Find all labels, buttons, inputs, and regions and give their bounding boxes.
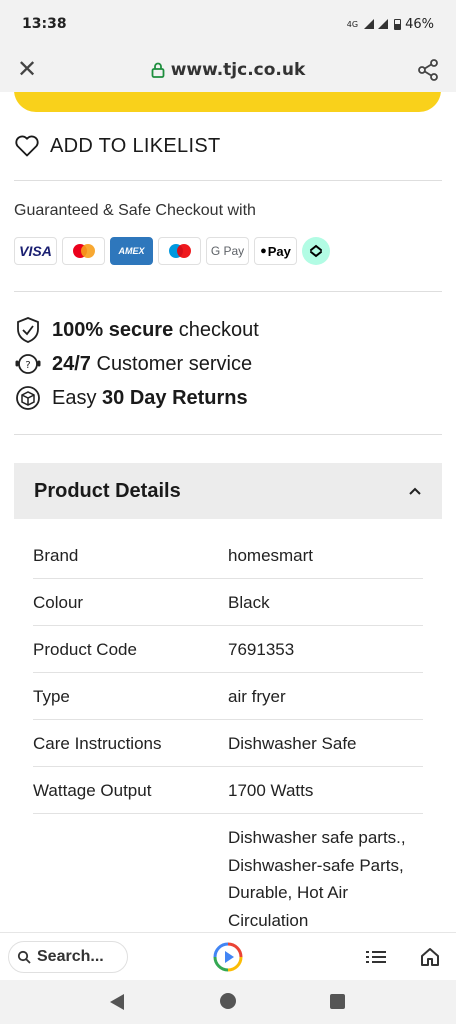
search-label: Search... xyxy=(37,948,104,965)
detail-key: Care Instructions xyxy=(33,734,162,753)
search-icon xyxy=(17,950,31,964)
network-type: 4G xyxy=(346,19,359,29)
detail-row-wattage: Wattage Output 1700 Watts xyxy=(33,767,423,814)
lock-icon xyxy=(151,62,165,78)
service-bold: 24/7 xyxy=(52,352,91,375)
secure-bold: 100% secure xyxy=(52,318,174,341)
detail-key: Product Code xyxy=(33,640,137,659)
detail-value: air fryer xyxy=(228,687,286,706)
product-details-title: Product Details xyxy=(34,479,181,502)
detail-row-brand: Brand homesmart xyxy=(33,532,423,579)
add-to-basket-button[interactable] xyxy=(14,92,441,112)
divider xyxy=(14,291,442,292)
apple-pay-logo: ● Pay xyxy=(254,237,297,265)
easy-returns: Easy 30 Day Returns xyxy=(14,384,248,412)
signal-icon xyxy=(364,19,375,29)
returns-pre: Easy xyxy=(52,386,103,409)
visa-logo: VISA xyxy=(14,237,57,265)
checkout-guarantee-text: Guaranteed & Safe Checkout with xyxy=(14,202,256,219)
likelist-label: ADD TO LIKELIST xyxy=(50,134,221,157)
secure-checkout: 100% secure checkout xyxy=(14,316,259,344)
back-icon[interactable] xyxy=(110,994,124,1010)
apple-icon: ● xyxy=(260,245,267,257)
url-text: www.tjc.co.uk xyxy=(170,60,306,80)
apple-pay-label: Pay xyxy=(267,243,291,259)
detail-key: Wattage Output xyxy=(33,781,152,800)
heart-icon xyxy=(15,135,39,157)
detail-value: 1700 Watts xyxy=(228,781,314,800)
signal-icon-2 xyxy=(378,19,389,29)
maestro-logo xyxy=(158,237,201,265)
divider xyxy=(14,180,442,181)
recent-apps-icon[interactable] xyxy=(330,994,345,1009)
detail-value: Dishwasher safe parts., Dishwasher-safe … xyxy=(228,828,406,930)
detail-value: 7691353 xyxy=(228,640,295,659)
amex-logo: AMEX xyxy=(110,237,153,265)
status-bar: 13:38 4G 46% xyxy=(0,0,456,48)
returns-bold: 30 Day Returns xyxy=(102,386,248,409)
detail-row-features: Features Dishwasher safe parts., Dishwas… xyxy=(33,814,423,932)
system-navigation-bar xyxy=(0,980,456,1024)
detail-value: Dishwasher Safe xyxy=(228,734,357,753)
search-button[interactable]: Search... xyxy=(8,941,128,973)
tabs-list-icon[interactable] xyxy=(366,949,386,965)
divider xyxy=(14,434,442,435)
detail-value: homesmart xyxy=(228,546,314,565)
home-icon[interactable] xyxy=(420,947,440,967)
page-content: ADD TO LIKELIST Guaranteed & Safe Checko… xyxy=(0,92,456,932)
service-text: Customer service xyxy=(90,352,253,375)
detail-value: Black xyxy=(228,593,270,612)
svg-text:?: ? xyxy=(25,360,30,371)
mastercard-logo xyxy=(62,237,105,265)
detail-key: Colour xyxy=(33,593,84,612)
shield-check-icon xyxy=(14,316,42,344)
headset-icon: ? xyxy=(14,350,42,378)
battery-icon xyxy=(394,18,402,30)
secure-text: checkout xyxy=(173,318,259,341)
detail-key: Type xyxy=(33,687,70,706)
battery-level: 46% xyxy=(405,16,434,32)
status-indicators: 4G 46% xyxy=(347,17,434,32)
detail-key: Brand xyxy=(33,546,79,565)
chevron-up-icon xyxy=(409,487,421,495)
detail-row-product-code: Product Code 7691353 xyxy=(33,626,423,673)
share-icon[interactable] xyxy=(416,58,440,82)
add-to-likelist[interactable]: ADD TO LIKELIST xyxy=(14,134,221,158)
product-details-toggle[interactable]: Product Details xyxy=(14,463,442,519)
clearpay-logo xyxy=(302,237,330,265)
google-pay-logo: G Pay xyxy=(206,237,249,265)
status-time: 13:38 xyxy=(22,16,67,32)
payment-methods: VISA AMEX G Pay ● Pay xyxy=(14,237,330,265)
assistant-icon[interactable] xyxy=(212,941,244,973)
url-display[interactable]: www.tjc.co.uk xyxy=(0,60,456,80)
returns-box-icon xyxy=(14,384,42,412)
detail-row-colour: Colour Black xyxy=(33,579,423,626)
browser-bottom-bar: Search... xyxy=(0,932,456,980)
home-circle-icon[interactable] xyxy=(220,993,236,1009)
browser-url-bar: ✕ www.tjc.co.uk xyxy=(0,48,456,92)
customer-service: ? 24/7 Customer service xyxy=(14,350,252,378)
detail-row-type: Type air fryer xyxy=(33,673,423,720)
detail-row-care: Care Instructions Dishwasher Safe xyxy=(33,720,423,767)
